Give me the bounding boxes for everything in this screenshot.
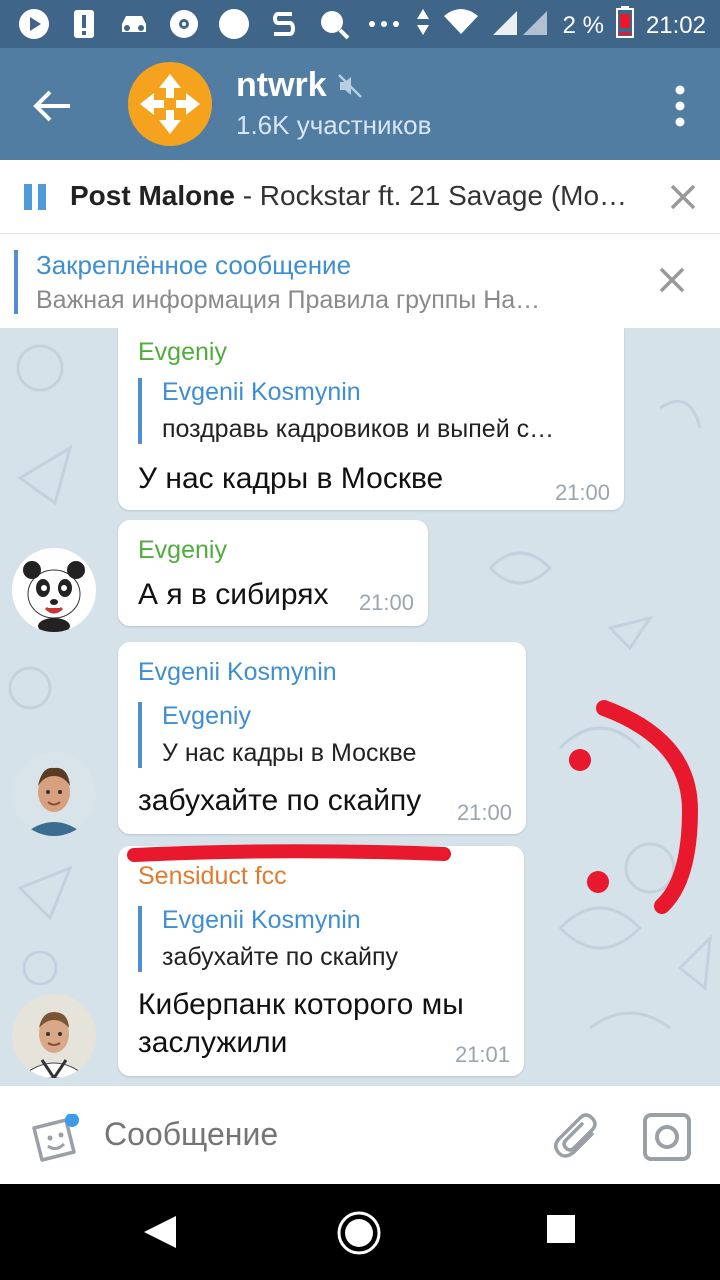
reply-author: Evgenii Kosmynin <box>162 378 361 406</box>
message-time: 21:00 <box>554 480 610 505</box>
pinned-message[interactable]: Закреплённое сообщение Важная информация… <box>0 234 720 328</box>
message-line: заслужили <box>138 1026 288 1059</box>
reply-author: Evgeniy <box>162 702 251 730</box>
message-time: 21:01 <box>454 1042 510 1067</box>
pinned-text: Важная информация Правила группы На… <box>36 286 541 314</box>
clock: 21:02 <box>645 11 706 39</box>
disc-icon <box>168 8 200 40</box>
s-app-icon <box>268 8 300 40</box>
message-bubble[interactable]: Evgenii Kosmynin Evgeniy У нас кадры в М… <box>118 642 526 834</box>
alert-icon <box>68 8 100 40</box>
message-text: забухайте по скайпу <box>138 784 422 817</box>
message-input-bar <box>0 1086 720 1184</box>
music-title: - Rockstar ft. 21 Savage (Mo… <box>234 180 628 211</box>
car-icon <box>118 8 150 40</box>
message-text: Киберпанк которого мы заслужили <box>138 986 464 1062</box>
camera-icon[interactable] <box>642 1112 692 1162</box>
status-bar: 2 % 21:02 <box>0 0 720 48</box>
message-sender[interactable]: Sensiduct fcc <box>138 862 287 891</box>
message-bubble[interactable]: Sensiduct fcc Evgenii Kosmynin забухайте… <box>118 846 524 1076</box>
nav-home-icon[interactable] <box>336 1210 382 1256</box>
reply-quote[interactable]: Evgenii Kosmynin поздравь кадровиков и в… <box>138 378 604 444</box>
close-icon[interactable] <box>658 266 686 294</box>
pinned-title: Закреплённое сообщение <box>36 250 352 280</box>
panda-avatar[interactable] <box>12 548 96 632</box>
battery-percent: 2 % <box>562 11 604 39</box>
reply-text: У нас кадры в Москве <box>162 739 417 767</box>
chat-avatar[interactable] <box>128 62 212 146</box>
chat-messages[interactable]: Evgeniy Evgenii Kosmynin поздравь кадров… <box>0 328 720 1086</box>
attach-icon[interactable] <box>552 1112 602 1162</box>
mute-icon <box>337 73 362 98</box>
message-sender[interactable]: Evgeniy <box>138 338 227 367</box>
wifi-icon <box>443 8 479 43</box>
music-track: Post Malone - Rockstar ft. 21 Savage (Mo… <box>70 180 650 212</box>
message-text: А я в сибирях <box>138 578 329 611</box>
reply-quote[interactable]: Evgeniy У нас кадры в Москве <box>138 702 506 768</box>
message-bubble[interactable]: Evgeniy Evgenii Kosmynin поздравь кадров… <box>118 328 624 510</box>
music-player-bar[interactable]: Post Malone - Rockstar ft. 21 Savage (Mo… <box>0 160 720 234</box>
pause-icon[interactable] <box>24 184 48 210</box>
pinned-accent-bar <box>14 250 18 314</box>
circle-icon <box>218 8 250 40</box>
message-bubble[interactable]: Evgeniy А я в сибирях 21:00 <box>118 520 428 626</box>
reply-text: поздравь кадровиков и выпей с… <box>162 415 555 443</box>
reply-text: забухайте по скайпу <box>162 943 399 971</box>
message-sender[interactable]: Evgeniy <box>138 536 227 565</box>
music-artist: Post Malone <box>70 180 235 211</box>
sticker-icon[interactable] <box>30 1114 80 1162</box>
reply-author: Evgenii Kosmynin <box>162 906 361 934</box>
search-icon <box>318 8 350 40</box>
data-arrows-icon <box>415 7 431 44</box>
message-text: У нас кадры в Москве <box>138 462 444 495</box>
man2-avatar[interactable] <box>12 994 96 1078</box>
close-icon[interactable] <box>668 182 698 212</box>
chat-title: ntwrk <box>236 66 327 104</box>
menu-dots-icon[interactable] <box>674 84 686 128</box>
chat-header: ntwrk 1.6K участников <box>0 48 720 160</box>
back-arrow-icon[interactable] <box>30 84 74 128</box>
android-nav-bar <box>0 1184 720 1280</box>
more-icon <box>368 8 400 40</box>
nav-back-icon[interactable] <box>140 1212 180 1252</box>
chat-title-wrap[interactable]: ntwrk <box>236 66 363 105</box>
move-arrows-icon <box>140 74 200 134</box>
message-input[interactable] <box>104 1116 524 1153</box>
member-count: 1.6K участников <box>236 110 432 140</box>
message-line: Киберпанк которого мы <box>138 988 464 1021</box>
message-time: 21:00 <box>358 590 414 615</box>
play-icon <box>18 8 50 40</box>
reply-quote[interactable]: Evgenii Kosmynin забухайте по скайпу <box>138 906 504 972</box>
battery-icon <box>615 6 634 45</box>
message-sender[interactable]: Evgenii Kosmynin <box>138 658 337 687</box>
man-avatar[interactable] <box>12 752 96 836</box>
message-time: 21:00 <box>456 800 512 825</box>
signal-icon <box>491 7 551 44</box>
nav-recent-icon[interactable] <box>546 1214 576 1244</box>
